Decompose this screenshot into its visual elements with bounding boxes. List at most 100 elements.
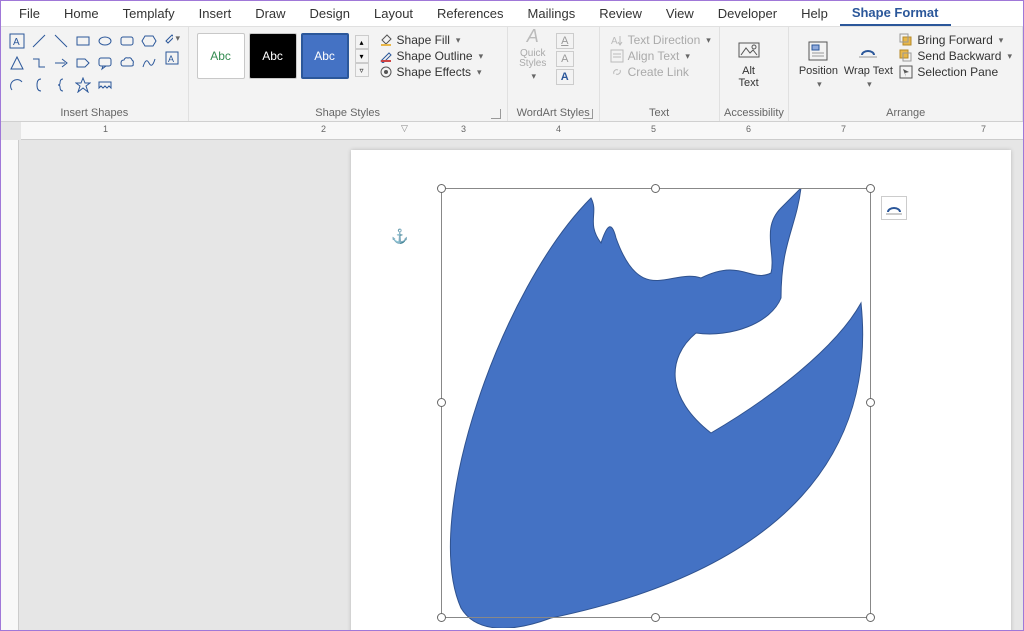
effects-icon (379, 65, 393, 79)
position-button[interactable]: Position▾ (793, 29, 843, 99)
tab-mailings[interactable]: Mailings (516, 2, 588, 25)
shape-freeform-icon[interactable] (139, 53, 159, 73)
create-link-button[interactable]: Create Link (610, 65, 711, 79)
shape-effects-label: Shape Effects (397, 65, 472, 79)
tab-file[interactable]: File (7, 2, 52, 25)
shape-outline-label: Shape Outline (397, 49, 473, 63)
spinner-up-icon[interactable]: ▴ (355, 35, 369, 49)
wordart-launcher[interactable] (583, 109, 593, 119)
tab-references[interactable]: References (425, 2, 515, 25)
group-shape-styles: Abc Abc Abc ▴ ▾ ▿ Shape Fill▾ Shape Outl… (189, 27, 508, 121)
indent-marker-icon[interactable]: ▽ (401, 123, 408, 134)
resize-handle-br[interactable] (866, 613, 875, 622)
shape-roundrect-icon[interactable] (117, 31, 137, 51)
send-backward-icon (899, 49, 913, 63)
resize-handle-t[interactable] (651, 184, 660, 193)
ruler-mark: 3 (461, 124, 466, 134)
resize-handle-tl[interactable] (437, 184, 446, 193)
shape-effects-button[interactable]: Shape Effects▾ (379, 65, 484, 79)
tab-view[interactable]: View (654, 2, 706, 25)
style-gallery-spinner[interactable]: ▴ ▾ ▿ (355, 35, 369, 77)
anchor-icon[interactable]: ⚓ (391, 228, 408, 245)
shape-oval-icon[interactable] (95, 31, 115, 51)
bring-forward-icon (899, 33, 913, 47)
draw-textbox-icon[interactable]: A (163, 49, 181, 67)
tab-design[interactable]: Design (298, 2, 362, 25)
create-link-label: Create Link (628, 65, 689, 79)
group-arrange: Position▾ Wrap Text▾ Bring Forward▾ Send… (789, 27, 1023, 121)
align-text-icon (610, 49, 624, 63)
shape-rect-icon[interactable] (73, 31, 93, 51)
shape-brace-icon[interactable] (51, 75, 71, 95)
spinner-down-icon[interactable]: ▾ (355, 49, 369, 63)
shape-bracket-icon[interactable] (29, 75, 49, 95)
shape-cloud-icon[interactable] (117, 53, 137, 73)
shape-outline-button[interactable]: Shape Outline▾ (379, 49, 484, 63)
layout-options-button[interactable] (881, 196, 907, 220)
resize-handle-b[interactable] (651, 613, 660, 622)
resize-handle-r[interactable] (866, 398, 875, 407)
vertical-ruler[interactable] (1, 140, 19, 630)
alt-text-button[interactable]: AltText (724, 29, 774, 99)
style-preset-3[interactable]: Abc (301, 33, 349, 79)
shape-banner-icon[interactable] (95, 75, 115, 95)
align-text-button[interactable]: Align Text▾ (610, 49, 711, 63)
tab-help[interactable]: Help (789, 2, 840, 25)
tab-layout[interactable]: Layout (362, 2, 425, 25)
text-direction-button[interactable]: A Text Direction▾ (610, 33, 711, 47)
resize-handle-bl[interactable] (437, 613, 446, 622)
bring-forward-label: Bring Forward (917, 33, 992, 47)
selection-box[interactable] (441, 188, 871, 618)
shape-textbox-icon[interactable]: A (7, 31, 27, 51)
shape-arrow-icon[interactable] (51, 53, 71, 73)
spinner-more-icon[interactable]: ▿ (355, 63, 369, 77)
shape-elbow-icon[interactable] (29, 53, 49, 73)
style-preset-1[interactable]: Abc (197, 33, 245, 79)
shape-line-icon[interactable] (29, 31, 49, 51)
shape-pentagon-icon[interactable] (73, 53, 93, 73)
shape-hexagon-icon[interactable] (139, 31, 159, 51)
pen-icon (379, 49, 393, 63)
link-icon (610, 65, 624, 79)
tab-insert[interactable]: Insert (187, 2, 244, 25)
bring-forward-button[interactable]: Bring Forward▾ (899, 33, 1012, 47)
shapes-tools: ▾ A (163, 29, 181, 67)
resize-handle-tr[interactable] (866, 184, 875, 193)
wrap-text-button[interactable]: Wrap Text▾ (843, 29, 893, 99)
shape-styles-launcher[interactable] (491, 109, 501, 119)
shape-star-icon[interactable] (73, 75, 93, 95)
text-fill-icon[interactable]: A (556, 33, 574, 49)
horizontal-ruler[interactable]: ▽ 1 2 3 4 5 6 7 7 (21, 122, 1023, 140)
shape-fill-label: Shape Fill (397, 33, 450, 47)
ribbon-tabs: File Home Templafy Insert Draw Design La… (1, 1, 1023, 27)
selection-pane-button[interactable]: Selection Pane (899, 65, 1012, 79)
tab-shape-format[interactable]: Shape Format (840, 1, 951, 26)
alt-text-icon (737, 39, 761, 63)
text-outline-icon[interactable]: A (556, 51, 574, 67)
style-preset-2[interactable]: Abc (249, 33, 297, 79)
shapes-gallery[interactable]: A (5, 29, 161, 97)
ruler-mark: 7 (981, 124, 986, 134)
shape-callout-icon[interactable] (95, 53, 115, 73)
shape-triangle-icon[interactable] (7, 53, 27, 73)
group-accessibility: AltText Accessibility (720, 27, 790, 121)
wrap-text-icon (856, 39, 880, 63)
quick-styles-button[interactable]: A Quick Styles▾ (514, 31, 552, 77)
ruler-mark: 1 (103, 124, 108, 134)
document-area: ▽ 1 2 3 4 5 6 7 7 ⚓ (1, 122, 1023, 630)
tab-home[interactable]: Home (52, 2, 111, 25)
shape-fill-button[interactable]: Shape Fill▾ (379, 33, 484, 47)
ruler-mark: 5 (651, 124, 656, 134)
edit-shape-icon[interactable]: ▾ (163, 29, 181, 47)
text-effects-icon[interactable]: A (556, 69, 574, 85)
tab-developer[interactable]: Developer (706, 2, 789, 25)
send-backward-button[interactable]: Send Backward▾ (899, 49, 1012, 63)
shape-arc-icon[interactable] (7, 75, 27, 95)
tab-review[interactable]: Review (587, 2, 654, 25)
tab-draw[interactable]: Draw (243, 2, 297, 25)
canvas[interactable]: ⚓ (21, 140, 1023, 630)
tab-templafy[interactable]: Templafy (111, 2, 187, 25)
shape-line2-icon[interactable] (51, 31, 71, 51)
resize-handle-l[interactable] (437, 398, 446, 407)
wordart-a-icon: A (521, 26, 545, 47)
